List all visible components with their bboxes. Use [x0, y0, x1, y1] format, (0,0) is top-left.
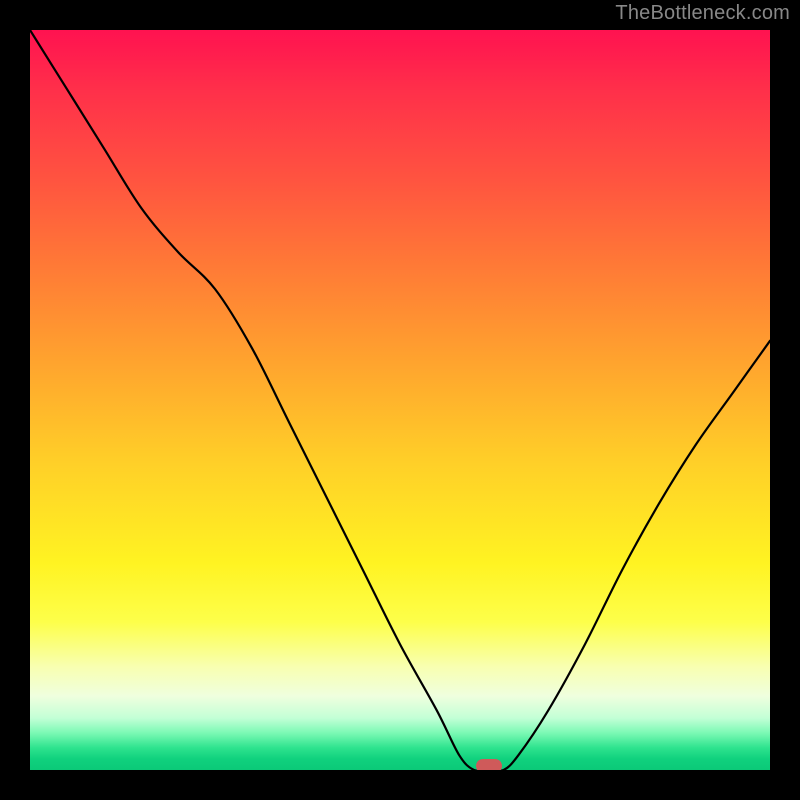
chart-frame: TheBottleneck.com [0, 0, 800, 800]
attribution-text: TheBottleneck.com [615, 2, 790, 25]
bottleneck-curve [30, 30, 770, 770]
plot-area [30, 30, 770, 770]
optimal-point-marker [476, 759, 502, 770]
